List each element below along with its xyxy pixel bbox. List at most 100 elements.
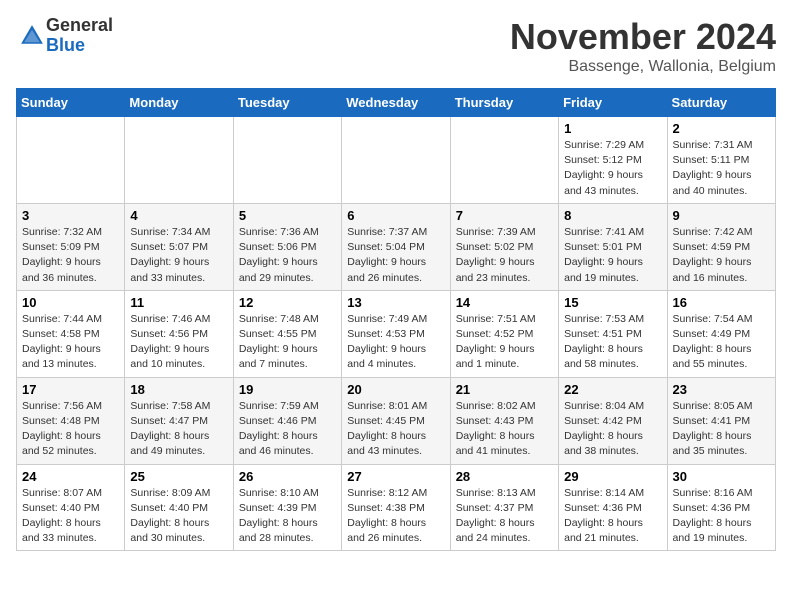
weekday-header-sunday: Sunday [17, 89, 125, 117]
weekday-header-monday: Monday [125, 89, 233, 117]
title-area: November 2024 Bassenge, Wallonia, Belgiu… [510, 16, 776, 76]
day-info: Sunrise: 7:31 AM Sunset: 5:11 PM Dayligh… [673, 138, 770, 199]
day-info: Sunrise: 7:37 AM Sunset: 5:04 PM Dayligh… [347, 225, 444, 286]
week-row-1: 1 Sunrise: 7:29 AM Sunset: 5:12 PM Daylig… [17, 117, 776, 204]
day-info: Sunrise: 7:46 AM Sunset: 4:56 PM Dayligh… [130, 312, 227, 373]
calendar-cell: 15 Sunrise: 7:53 AM Sunset: 4:51 PM Dayli… [559, 290, 667, 377]
day-number: 11 [130, 295, 227, 310]
month-title: November 2024 [510, 16, 776, 58]
day-info: Sunrise: 7:51 AM Sunset: 4:52 PM Dayligh… [456, 312, 553, 373]
calendar-cell: 1 Sunrise: 7:29 AM Sunset: 5:12 PM Daylig… [559, 117, 667, 204]
day-info: Sunrise: 7:39 AM Sunset: 5:02 PM Dayligh… [456, 225, 553, 286]
calendar-cell: 7 Sunrise: 7:39 AM Sunset: 5:02 PM Daylig… [450, 203, 558, 290]
calendar-cell: 24Sunrise: 8:07 AM Sunset: 4:40 PM Dayli… [17, 464, 125, 551]
weekday-header-wednesday: Wednesday [342, 89, 450, 117]
day-info: Sunrise: 7:41 AM Sunset: 5:01 PM Dayligh… [564, 225, 661, 286]
day-number: 15 [564, 295, 661, 310]
header: General Blue November 2024 Bassenge, Wal… [16, 16, 776, 76]
calendar-cell: 11 Sunrise: 7:46 AM Sunset: 4:56 PM Dayli… [125, 290, 233, 377]
calendar-cell: 5 Sunrise: 7:36 AM Sunset: 5:06 PM Daylig… [233, 203, 341, 290]
calendar-cell: 18 Sunrise: 7:58 AM Sunset: 4:47 PM Dayli… [125, 377, 233, 464]
day-number: 10 [22, 295, 119, 310]
calendar-cell: 14 Sunrise: 7:51 AM Sunset: 4:52 PM Dayli… [450, 290, 558, 377]
day-info: Sunrise: 7:44 AM Sunset: 4:58 PM Dayligh… [22, 312, 119, 373]
day-info: Sunrise: 8:14 AM Sunset: 4:36 PM Dayligh… [564, 486, 661, 547]
week-row-5: 24Sunrise: 8:07 AM Sunset: 4:40 PM Dayli… [17, 464, 776, 551]
day-info: Sunrise: 7:36 AM Sunset: 5:06 PM Dayligh… [239, 225, 336, 286]
calendar-cell: 27 Sunrise: 8:12 AM Sunset: 4:38 PM Dayli… [342, 464, 450, 551]
logo-icon [18, 22, 46, 50]
calendar-cell [233, 117, 341, 204]
day-info: Sunrise: 7:56 AM Sunset: 4:48 PM Dayligh… [22, 399, 119, 460]
calendar-cell: 29 Sunrise: 8:14 AM Sunset: 4:36 PM Dayli… [559, 464, 667, 551]
calendar-cell: 4Sunrise: 7:34 AM Sunset: 5:07 PM Daylig… [125, 203, 233, 290]
calendar-cell: 28 Sunrise: 8:13 AM Sunset: 4:37 PM Dayli… [450, 464, 558, 551]
day-number: 21 [456, 382, 553, 397]
calendar-cell: 16 Sunrise: 7:54 AM Sunset: 4:49 PM Dayli… [667, 290, 775, 377]
calendar-cell: 10 Sunrise: 7:44 AM Sunset: 4:58 PM Dayli… [17, 290, 125, 377]
day-number: 27 [347, 469, 444, 484]
calendar-cell: 23 Sunrise: 8:05 AM Sunset: 4:41 PM Dayli… [667, 377, 775, 464]
day-number: 1 [564, 121, 661, 136]
day-info: Sunrise: 8:13 AM Sunset: 4:37 PM Dayligh… [456, 486, 553, 547]
day-number: 25 [130, 469, 227, 484]
calendar-cell [450, 117, 558, 204]
day-info: Sunrise: 7:29 AM Sunset: 5:12 PM Dayligh… [564, 138, 661, 199]
day-number: 16 [673, 295, 770, 310]
weekday-header-thursday: Thursday [450, 89, 558, 117]
day-number: 28 [456, 469, 553, 484]
weekday-header-saturday: Saturday [667, 89, 775, 117]
day-info: Sunrise: 8:12 AM Sunset: 4:38 PM Dayligh… [347, 486, 444, 547]
week-row-3: 10 Sunrise: 7:44 AM Sunset: 4:58 PM Dayli… [17, 290, 776, 377]
day-number: 7 [456, 208, 553, 223]
calendar-cell: 19 Sunrise: 7:59 AM Sunset: 4:46 PM Dayli… [233, 377, 341, 464]
day-info: Sunrise: 8:16 AM Sunset: 4:36 PM Dayligh… [673, 486, 770, 547]
calendar-cell: 25Sunrise: 8:09 AM Sunset: 4:40 PM Dayli… [125, 464, 233, 551]
calendar-cell: 9 Sunrise: 7:42 AM Sunset: 4:59 PM Daylig… [667, 203, 775, 290]
day-number: 14 [456, 295, 553, 310]
weekday-header-friday: Friday [559, 89, 667, 117]
location-title: Bassenge, Wallonia, Belgium [510, 58, 776, 76]
day-number: 17 [22, 382, 119, 397]
day-number: 29 [564, 469, 661, 484]
week-row-4: 17 Sunrise: 7:56 AM Sunset: 4:48 PM Dayli… [17, 377, 776, 464]
calendar-cell: 6 Sunrise: 7:37 AM Sunset: 5:04 PM Daylig… [342, 203, 450, 290]
calendar-cell: 30 Sunrise: 8:16 AM Sunset: 4:36 PM Dayli… [667, 464, 775, 551]
day-info: Sunrise: 7:42 AM Sunset: 4:59 PM Dayligh… [673, 225, 770, 286]
calendar-cell: 3 Sunrise: 7:32 AM Sunset: 5:09 PM Daylig… [17, 203, 125, 290]
calendar-cell: 8Sunrise: 7:41 AM Sunset: 5:01 PM Daylig… [559, 203, 667, 290]
day-info: Sunrise: 8:07 AM Sunset: 4:40 PM Dayligh… [22, 486, 119, 547]
day-info: Sunrise: 8:02 AM Sunset: 4:43 PM Dayligh… [456, 399, 553, 460]
day-info: Sunrise: 7:54 AM Sunset: 4:49 PM Dayligh… [673, 312, 770, 373]
day-info: Sunrise: 7:53 AM Sunset: 4:51 PM Dayligh… [564, 312, 661, 373]
day-info: Sunrise: 8:01 AM Sunset: 4:45 PM Dayligh… [347, 399, 444, 460]
day-number: 20 [347, 382, 444, 397]
day-number: 19 [239, 382, 336, 397]
day-number: 23 [673, 382, 770, 397]
day-number: 6 [347, 208, 444, 223]
logo: General Blue [16, 16, 113, 56]
calendar-cell: 21 Sunrise: 8:02 AM Sunset: 4:43 PM Dayli… [450, 377, 558, 464]
calendar-cell: 20 Sunrise: 8:01 AM Sunset: 4:45 PM Dayli… [342, 377, 450, 464]
day-number: 30 [673, 469, 770, 484]
day-number: 2 [673, 121, 770, 136]
calendar-cell: 13Sunrise: 7:49 AM Sunset: 4:53 PM Dayli… [342, 290, 450, 377]
calendar-cell: 17 Sunrise: 7:56 AM Sunset: 4:48 PM Dayli… [17, 377, 125, 464]
day-info: Sunrise: 7:59 AM Sunset: 4:46 PM Dayligh… [239, 399, 336, 460]
calendar-cell: 2 Sunrise: 7:31 AM Sunset: 5:11 PM Daylig… [667, 117, 775, 204]
day-info: Sunrise: 7:49 AM Sunset: 4:53 PM Dayligh… [347, 312, 444, 373]
calendar-cell [17, 117, 125, 204]
day-info: Sunrise: 7:32 AM Sunset: 5:09 PM Dayligh… [22, 225, 119, 286]
day-info: Sunrise: 7:34 AM Sunset: 5:07 PM Dayligh… [130, 225, 227, 286]
day-number: 18 [130, 382, 227, 397]
day-info: Sunrise: 8:04 AM Sunset: 4:42 PM Dayligh… [564, 399, 661, 460]
calendar-cell: 22 Sunrise: 8:04 AM Sunset: 4:42 PM Dayli… [559, 377, 667, 464]
day-number: 3 [22, 208, 119, 223]
day-number: 9 [673, 208, 770, 223]
weekday-header-tuesday: Tuesday [233, 89, 341, 117]
day-number: 22 [564, 382, 661, 397]
day-info: Sunrise: 8:05 AM Sunset: 4:41 PM Dayligh… [673, 399, 770, 460]
calendar-cell [342, 117, 450, 204]
day-info: Sunrise: 7:58 AM Sunset: 4:47 PM Dayligh… [130, 399, 227, 460]
day-number: 5 [239, 208, 336, 223]
